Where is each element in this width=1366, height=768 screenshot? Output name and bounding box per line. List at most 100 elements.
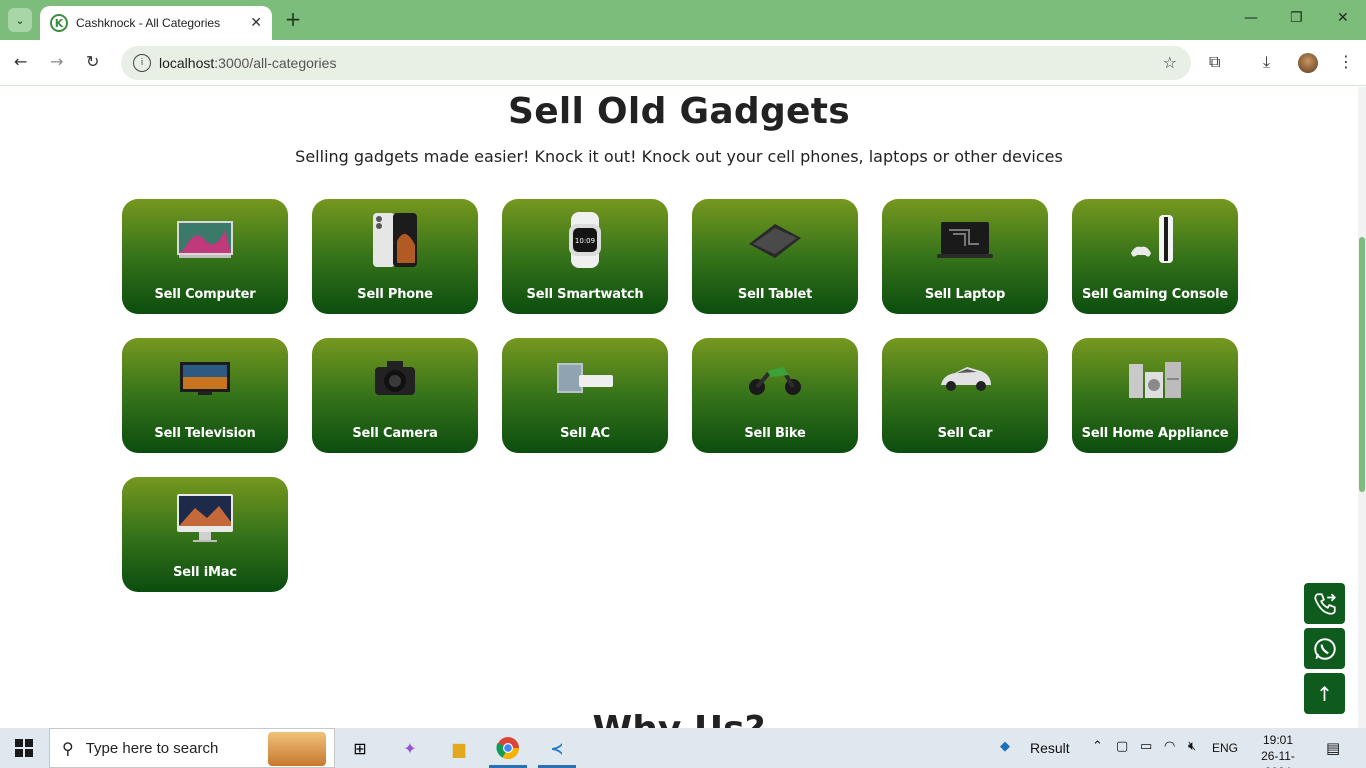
minimize-icon[interactable]: — <box>1244 10 1258 26</box>
volume-muted-icon[interactable]: 🔇︎ <box>1188 739 1196 754</box>
vscode-icon[interactable]: ≺ <box>543 734 571 762</box>
svg-text:10:09: 10:09 <box>575 237 595 245</box>
reload-icon[interactable]: ↻ <box>86 52 99 71</box>
category-card-tablet[interactable]: Sell Tablet <box>692 199 858 314</box>
tablet-icon <box>743 211 807 269</box>
restore-icon[interactable]: ❐ <box>1290 10 1303 26</box>
category-label: Sell Smartwatch <box>526 287 644 302</box>
language-indicator[interactable]: ENG <box>1212 741 1238 755</box>
phone-call-icon <box>1313 592 1336 615</box>
page-title: Sell Old Gadgets <box>507 91 851 132</box>
category-card-car[interactable]: Sell Car <box>882 338 1048 453</box>
url-path: :3000/all-categories <box>214 55 337 71</box>
search-highlight-image <box>268 732 326 766</box>
category-card-gaming-console[interactable]: Sell Gaming Console <box>1072 199 1238 314</box>
air-conditioner-icon <box>553 350 617 408</box>
call-button[interactable] <box>1304 583 1345 624</box>
category-label: Sell Gaming Console <box>1081 287 1229 302</box>
extensions-icon[interactable]: ⧉ <box>1209 52 1220 72</box>
clock-time: 19:01 <box>1262 733 1294 747</box>
browser-toolbar: ← → ↻ i localhost:3000/all-categories ☆ … <box>0 40 1366 86</box>
category-label: Sell Bike <box>744 426 806 441</box>
category-label: Sell Home Appliance <box>1081 426 1229 441</box>
category-label: Sell Television <box>154 426 256 441</box>
category-card-television[interactable]: Sell Television <box>122 338 288 453</box>
smartphone-icon <box>363 211 427 269</box>
forward-icon[interactable]: → <box>50 52 63 71</box>
url-text: localhost:3000/all-categories <box>159 55 336 71</box>
wifi-icon[interactable]: ◠ <box>1164 739 1175 754</box>
profile-avatar[interactable] <box>1298 53 1318 73</box>
home-appliance-icon <box>1123 350 1187 408</box>
category-card-ac[interactable]: Sell AC <box>502 338 668 453</box>
battery-icon[interactable]: ▭ <box>1140 739 1152 754</box>
category-label: Sell Phone <box>357 287 433 302</box>
meet-now-icon[interactable]: ▢ <box>1116 739 1128 754</box>
tab-title: Cashknock - All Categories <box>76 16 221 30</box>
category-label: Sell Laptop <box>924 287 1006 302</box>
category-label: Sell Camera <box>352 426 438 441</box>
clock-date: 26-11-2024 <box>1261 749 1295 768</box>
car-icon <box>933 350 997 408</box>
smartwatch-icon: 10:09 <box>553 211 617 269</box>
page-scrollbar[interactable] <box>1358 87 1366 728</box>
whatsapp-icon <box>1313 637 1336 660</box>
category-card-computer[interactable]: Sell Computer <box>122 199 288 314</box>
search-placeholder: Type here to search <box>85 739 219 757</box>
arrow-up-icon: ↑ <box>1316 681 1333 706</box>
close-icon[interactable]: ✕ <box>250 15 262 31</box>
category-card-imac[interactable]: Sell iMac <box>122 477 288 592</box>
scroll-to-top-button[interactable]: ↑ <box>1304 673 1345 714</box>
cashknock-favicon-icon: K <box>50 14 68 32</box>
motorbike-icon <box>743 350 807 408</box>
taskbar: ⚲ Type here to search ⊞ ✦ ▆ ≺ ◆ Result ⌃… <box>0 728 1366 768</box>
page-subtitle: Selling gadgets made easier! Knock it ou… <box>295 147 1063 166</box>
search-icon: ⚲ <box>62 738 74 758</box>
close-window-icon[interactable]: ✕ <box>1337 10 1349 26</box>
whatsapp-button[interactable] <box>1304 628 1345 669</box>
category-grid: Sell Computer Sell Phone 10:09 Sell Smar… <box>122 199 1238 592</box>
chevron-up-icon[interactable]: ⌃ <box>1092 739 1103 754</box>
camera-icon <box>363 350 427 408</box>
category-card-camera[interactable]: Sell Camera <box>312 338 478 453</box>
new-tab-button[interactable]: + <box>282 8 304 30</box>
cricket-result-icon[interactable]: ◆ <box>1000 739 1010 754</box>
bookmark-star-icon[interactable]: ☆ <box>1163 53 1177 72</box>
category-card-bike[interactable]: Sell Bike <box>692 338 858 453</box>
category-label: Sell iMac <box>173 565 237 580</box>
page-viewport: Sell Old Gadgets Selling gadgets made ea… <box>0 87 1358 728</box>
category-label: Sell Tablet <box>737 287 813 302</box>
taskbar-clock[interactable]: 19:01 26-11-2024 <box>1248 732 1308 768</box>
category-card-smartwatch[interactable]: 10:09 Sell Smartwatch <box>502 199 668 314</box>
file-explorer-icon[interactable]: ▆ <box>445 734 473 762</box>
why-us-heading: Why Us? <box>0 709 1358 728</box>
category-card-home-appliance[interactable]: Sell Home Appliance <box>1072 338 1238 453</box>
notification-icon[interactable]: ▤ <box>1326 739 1340 757</box>
laptop-icon <box>933 211 997 269</box>
category-label: Sell Car <box>937 426 993 441</box>
category-card-laptop[interactable]: Sell Laptop <box>882 199 1048 314</box>
tab-search-button[interactable]: ⌄ <box>8 8 32 32</box>
taskbar-search[interactable]: ⚲ Type here to search <box>49 728 335 768</box>
console-icon <box>1123 211 1187 269</box>
result-label[interactable]: Result <box>1030 740 1070 756</box>
monitor-icon <box>173 211 237 269</box>
browser-tab[interactable]: K Cashknock - All Categories ✕ <box>40 6 272 40</box>
imac-icon <box>173 489 237 547</box>
site-info-icon[interactable]: i <box>133 54 151 72</box>
url-host: localhost <box>159 55 215 71</box>
television-icon <box>173 350 237 408</box>
address-bar[interactable]: i localhost:3000/all-categories ☆ <box>121 46 1191 80</box>
task-view-icon[interactable]: ⊞ <box>346 734 374 762</box>
scrollbar-thumb[interactable] <box>1359 237 1365 492</box>
chrome-icon[interactable] <box>494 734 522 762</box>
menu-kebab-icon[interactable]: ⋮ <box>1338 52 1354 71</box>
category-label: Sell Computer <box>154 287 256 302</box>
download-icon[interactable]: ⤓ <box>1263 52 1270 72</box>
category-label: Sell AC <box>560 426 610 441</box>
back-icon[interactable]: ← <box>14 52 27 71</box>
copilot-icon[interactable]: ✦ <box>396 734 424 762</box>
windows-start-icon[interactable] <box>15 739 33 757</box>
browser-tab-bar: ⌄ K Cashknock - All Categories ✕ + — ❐ ✕ <box>0 0 1366 40</box>
category-card-phone[interactable]: Sell Phone <box>312 199 478 314</box>
